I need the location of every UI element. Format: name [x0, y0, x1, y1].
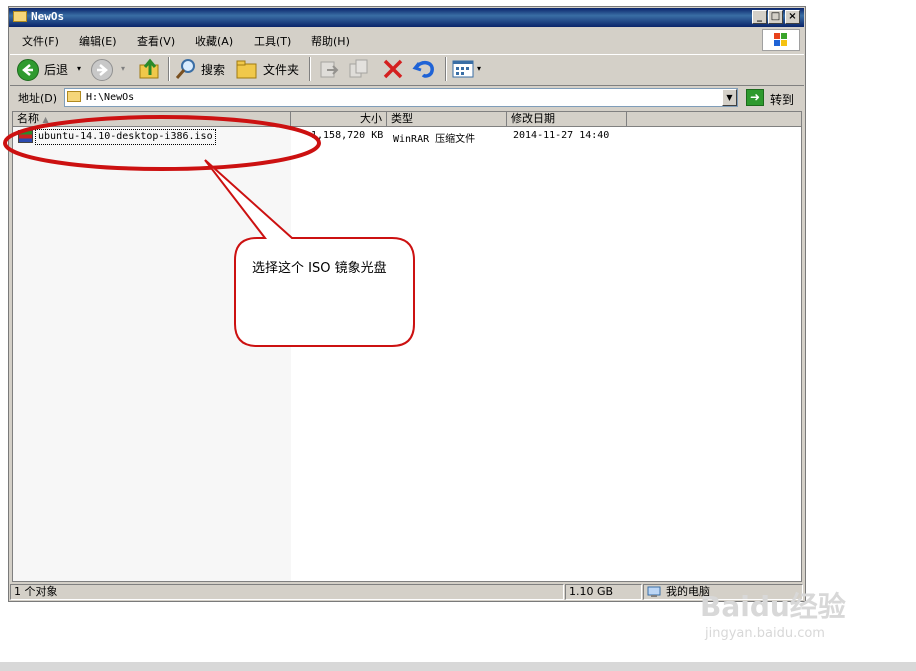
annotation-overlay [3, 115, 415, 347]
callout-bubble [204, 159, 415, 347]
highlight-ellipse [3, 115, 321, 171]
annotation-text: 选择这个 ISO 镜象光盘 [252, 261, 387, 276]
